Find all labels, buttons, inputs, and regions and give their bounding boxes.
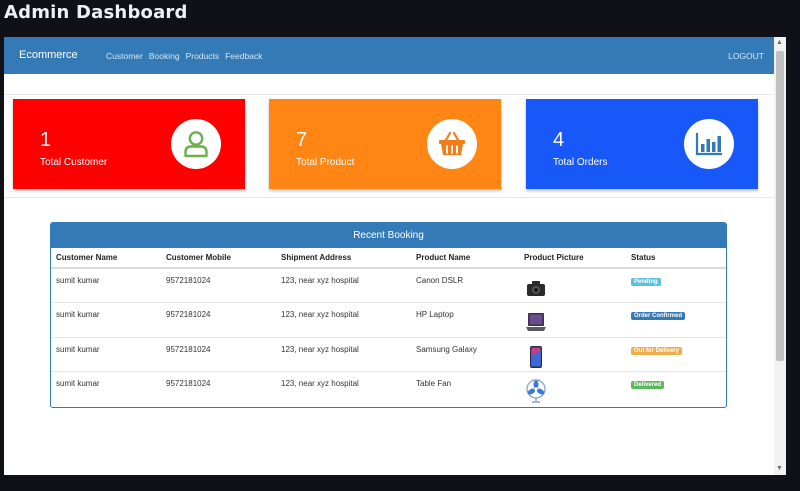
customer-name: sumit kumar (51, 336, 161, 372)
table-row: sumit kumar 9572181024 123, near xyz hos… (51, 267, 726, 303)
brand-link[interactable]: Ecommerce (19, 49, 78, 61)
shipment-address: 123, near xyz hospital (276, 336, 411, 372)
customer-mobile: 9572181024 (161, 371, 276, 406)
browser-viewport: Ecommerce Customer Booking Products Feed… (4, 37, 786, 475)
customer-mobile: 9572181024 (161, 267, 276, 303)
stat-label: Total Product (296, 157, 355, 168)
stat-value: 4 (553, 129, 565, 151)
customer-mobile: 9572181024 (161, 302, 276, 337)
status-badge: Order Confirmed (631, 312, 686, 320)
logout-link[interactable]: LOGOUT (728, 51, 764, 61)
fan-image (524, 379, 548, 403)
stat-card-customers[interactable]: 1 Total Customer (13, 99, 245, 189)
top-navbar: Ecommerce Customer Booking Products Feed… (4, 37, 774, 74)
table-header-row: Customer Name Customer Mobile Shipment A… (51, 248, 726, 269)
product-name: HP Laptop (411, 302, 519, 337)
column-header: Customer Name (51, 248, 161, 269)
camera-image (524, 276, 548, 300)
column-header: Product Name (411, 248, 519, 269)
nav-link-products[interactable]: Products (186, 51, 220, 61)
divider (4, 94, 774, 95)
stat-value: 7 (296, 129, 308, 151)
nav-link-customer[interactable]: Customer (106, 51, 143, 61)
basket-icon (427, 119, 477, 169)
phone-image (524, 345, 548, 369)
customer-mobile: 9572181024 (161, 336, 276, 372)
nav-link-feedback[interactable]: Feedback (225, 51, 262, 61)
column-header: Product Picture (519, 248, 626, 269)
status-badge: Delivered (631, 381, 665, 389)
panel-title: Recent Booking (51, 223, 726, 248)
vertical-scrollbar[interactable]: ▲ ▼ (774, 37, 786, 475)
shipment-address: 123, near xyz hospital (276, 267, 411, 303)
divider (4, 197, 774, 198)
recent-booking-panel: Recent Booking Customer Name Customer Mo… (50, 222, 727, 408)
product-name: Canon DSLR (411, 267, 519, 303)
status-badge: Pending (631, 278, 661, 286)
stat-label: Total Customer (40, 157, 108, 168)
shipment-address: 123, near xyz hospital (276, 302, 411, 337)
customer-name: sumit kumar (51, 267, 161, 303)
stat-label: Total Orders (553, 157, 608, 168)
nav-link-booking[interactable]: Booking (149, 51, 180, 61)
customer-name: sumit kumar (51, 302, 161, 337)
scroll-up-arrow-icon[interactable]: ▲ (776, 39, 783, 47)
stat-card-products[interactable]: 7 Total Product (269, 99, 501, 189)
table-row: sumit kumar 9572181024 123, near xyz hos… (51, 371, 726, 406)
nav-links: Customer Booking Products Feedback (106, 51, 262, 61)
scrollbar-thumb[interactable] (776, 51, 784, 361)
column-header: Shipment Address (276, 248, 411, 269)
customer-name: sumit kumar (51, 371, 161, 406)
stat-card-orders[interactable]: 4 Total Orders (526, 99, 758, 189)
table-row: sumit kumar 9572181024 123, near xyz hos… (51, 336, 726, 372)
shipment-address: 123, near xyz hospital (276, 371, 411, 406)
table-row: sumit kumar 9572181024 123, near xyz hos… (51, 302, 726, 337)
column-header: Status (626, 248, 726, 269)
bar-chart-icon (684, 119, 734, 169)
product-name: Samsung Galaxy (411, 336, 519, 372)
laptop-image (524, 310, 548, 334)
column-header: Customer Mobile (161, 248, 276, 269)
product-name: Table Fan (411, 371, 519, 406)
user-icon (171, 119, 221, 169)
booking-table: Customer Name Customer Mobile Shipment A… (51, 248, 726, 406)
status-badge: Out for Delivery (631, 346, 683, 355)
page-title: Admin Dashboard (4, 2, 188, 23)
scroll-down-arrow-icon[interactable]: ▼ (776, 465, 783, 473)
stat-value: 1 (40, 129, 52, 151)
